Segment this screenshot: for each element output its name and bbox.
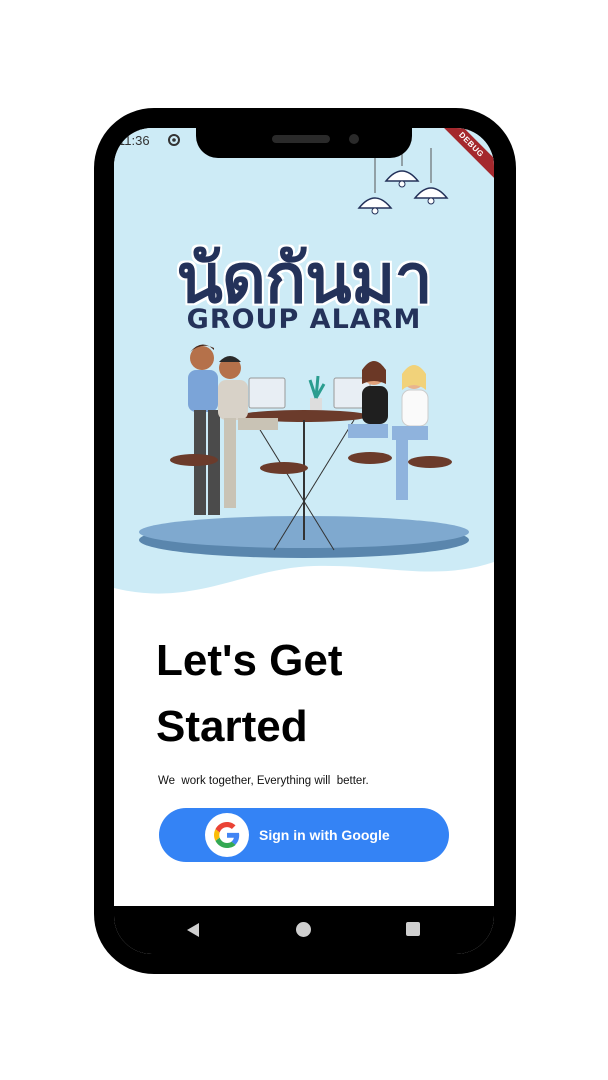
page-heading: Let's Get Started [156, 628, 456, 760]
phone-speaker [272, 135, 330, 143]
phone-notch [196, 108, 412, 158]
app-screen: 11:36 DEBUG นัดกันมา GROUP ALARM Let's G… [114, 128, 494, 954]
android-nav-bar [114, 906, 494, 954]
brand-subtitle: GROUP ALARM [186, 304, 422, 335]
back-icon[interactable] [186, 922, 200, 938]
notification-icon [168, 134, 180, 146]
recent-apps-icon[interactable] [406, 922, 420, 936]
google-sign-in-label: Sign in with Google [259, 827, 390, 843]
status-time: 11:36 [118, 133, 150, 148]
google-sign-in-button[interactable]: Sign in with Google [159, 808, 449, 862]
tagline-text: We work together, Everything will better… [158, 775, 369, 787]
heading-line-2: Started [156, 702, 308, 751]
home-icon[interactable] [296, 922, 311, 937]
google-logo-icon [205, 813, 249, 857]
front-camera [349, 134, 359, 144]
hero-wave-divider [114, 562, 494, 618]
heading-line-1: Let's Get [156, 636, 343, 685]
